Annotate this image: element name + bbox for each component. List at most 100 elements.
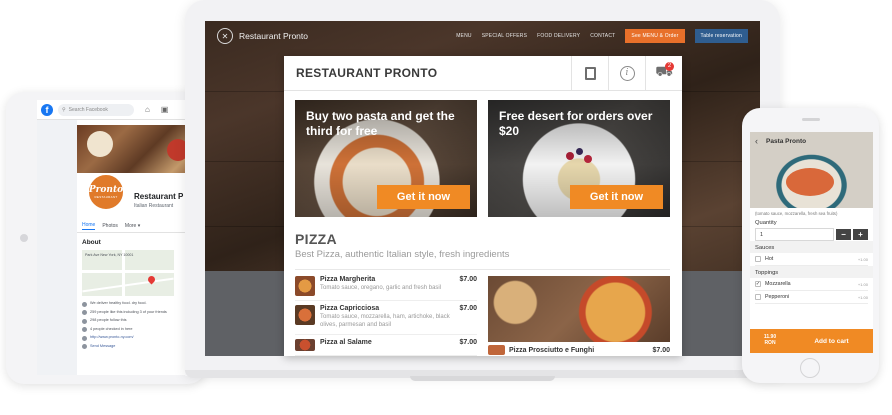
panel-header: RESTAURANT PRONTO i ⛟ 2 (284, 56, 682, 91)
nav-link-special-offers[interactable]: SPECIAL OFFERS (482, 33, 527, 39)
featured-pizza-image[interactable] (488, 276, 670, 342)
map-road (82, 277, 174, 293)
checkbox[interactable] (755, 294, 761, 300)
follow-icon (82, 318, 87, 324)
menu-item-price: $7.00 (459, 305, 477, 312)
menu-item-thumbnail (295, 305, 315, 325)
decrease-quantity-button[interactable]: − (836, 229, 851, 240)
featured-menu-item[interactable]: Pizza Prosciutto e Funghi $7.00 (488, 345, 670, 355)
option-price: +1.00 (857, 256, 868, 262)
home-icon[interactable]: ⌂ (145, 105, 150, 114)
menu-item[interactable]: Pizza Margherita Tomato sauce, oregano, … (295, 276, 477, 301)
facebook-left-rail (37, 120, 77, 375)
promo-card-desert[interactable]: Free desert for orders over $20 Get it n… (488, 100, 670, 217)
fork-knife-logo-icon[interactable]: ✕ (217, 28, 233, 44)
facebook-logo-icon[interactable]: f (41, 103, 53, 116)
checkbox-checked[interactable]: ✓ (755, 281, 761, 287)
tab-more[interactable]: More ▾ (125, 223, 140, 229)
site-brand[interactable]: Restaurant Pronto (239, 31, 308, 41)
checkbox[interactable] (755, 256, 761, 262)
option-price: +1.00 (857, 281, 868, 287)
about-title: About (82, 239, 101, 246)
option-pepperoni[interactable]: Pepperoni +1.00 (755, 291, 868, 304)
get-it-now-button[interactable]: Get it now (377, 185, 470, 209)
info-button[interactable]: i (608, 56, 645, 91)
search-icon: ⚲ (62, 106, 66, 113)
option-mozzarella[interactable]: ✓ Mozzarella +1.00 (755, 278, 868, 291)
menu-item-thumbnail (488, 345, 505, 355)
info-row: 259 people like this including 3 of your… (82, 310, 201, 315)
send-message-link[interactable]: Send Message (82, 344, 201, 349)
add-to-cart-bar: 11.90 RON Add to cart (750, 329, 873, 353)
product-description: (tomato sauce, mozzarella, fresh sea fru… (755, 211, 838, 216)
table-reservation-button[interactable]: Table reservation (694, 29, 748, 43)
location-map[interactable]: Park Ave New York, NY 10001 (82, 250, 174, 296)
menu-item-name: Pizza al Salame (320, 338, 372, 346)
section-subtitle: Best Pizza, authentic Italian style, fre… (295, 249, 510, 260)
info-text: http://www.pronto-ny.com/ (90, 335, 134, 339)
tab-photos[interactable]: Photos (102, 223, 118, 229)
info-text: We deliver healthy food. dry food. (90, 301, 147, 305)
facebook-search-input[interactable]: ⚲ Search Facebook (58, 103, 134, 116)
menu-book-button[interactable] (571, 56, 608, 91)
increase-quantity-button[interactable]: + (853, 229, 868, 240)
tablet-screen: f ⚲ Search Facebook ⌂ ▣ Pronto RESTAURAN… (37, 100, 206, 375)
menu-item[interactable]: Pizza Capricciosa Tomato sauce, mozzarel… (295, 305, 477, 335)
section-title: PIZZA (295, 231, 337, 247)
menu-item-description: Tomato sauce, oregano, garlic and fresh … (320, 285, 442, 291)
cart-button[interactable]: ⛟ 2 (645, 56, 682, 91)
website-link[interactable]: http://www.pronto-ny.com/ (82, 335, 201, 341)
toppings-label: Toppings (750, 266, 873, 278)
promo-text: Buy two pasta and get the third for free (306, 109, 455, 139)
facebook-top-bar: f ⚲ Search Facebook ⌂ ▣ (37, 100, 206, 120)
info-row: 298 people follow this (82, 318, 201, 324)
menu-item-list: Pizza Margherita Tomato sauce, oregano, … (295, 276, 477, 356)
profile-picture-logo[interactable]: Pronto RESTAURANT (87, 173, 125, 211)
promo-text: Free desert for orders over $20 (499, 109, 653, 139)
tab-home[interactable]: Home (82, 222, 96, 230)
menu-item-name: Pizza Prosciutto e Funghi (509, 346, 595, 354)
back-arrow-icon[interactable]: ‹ (755, 136, 758, 146)
video-icon[interactable]: ▣ (161, 105, 169, 114)
total-currency: RON (764, 340, 776, 346)
profile-logo-text: Pronto (88, 184, 124, 195)
search-placeholder: Search Facebook (68, 106, 108, 113)
product-header-image: ‹ Pasta Pronto (750, 132, 873, 208)
order-total: 11.90 RON (750, 334, 790, 347)
menu-item-description: Tomato sauce, mozzarella, ham, artichoke… (320, 314, 450, 328)
nav-link-contact[interactable]: CONTACT (590, 33, 615, 39)
info-icon (82, 301, 87, 307)
nav-link-food-delivery[interactable]: FOOD DELIVERY (537, 33, 580, 39)
tablet-frame: f ⚲ Search Facebook ⌂ ▣ Pronto RESTAURAN… (6, 92, 206, 384)
about-info-list: We deliver healthy food. dry food. 259 p… (82, 301, 201, 349)
see-menu-order-button[interactable]: See MENU & Order (625, 29, 685, 43)
device-mockup-stage: f ⚲ Search Facebook ⌂ ▣ Pronto RESTAURAN… (0, 0, 892, 415)
cover-plate-shape (87, 131, 113, 157)
site-navbar: ✕ Restaurant Pronto MENU SPECIAL OFFERS … (205, 21, 760, 51)
quantity-input[interactable]: 1 (755, 228, 834, 241)
get-it-now-button[interactable]: Get it now (570, 185, 663, 209)
promo-card-pasta[interactable]: Buy two pasta and get the third for free… (295, 100, 477, 217)
like-icon (82, 310, 87, 315)
option-name: Hot (765, 256, 774, 262)
section-divider (295, 269, 670, 270)
nav-link-menu[interactable]: MENU (456, 33, 472, 39)
option-name: Pepperoni (765, 294, 790, 300)
phone-speaker (802, 118, 820, 121)
menu-item-name: Pizza Margherita (320, 276, 376, 283)
info-row: We deliver healthy food. dry food. (82, 301, 201, 307)
ordering-widget-panel: RESTAURANT PRONTO i ⛟ 2 Buy two pasta an… (284, 56, 682, 356)
sauces-label: Sauces (750, 241, 873, 253)
add-to-cart-button[interactable]: Add to cart (790, 338, 873, 345)
quantity-label: Quantity (755, 220, 777, 226)
menu-item[interactable]: Pizza al Salame $7.00 (295, 338, 477, 356)
menu-item-thumbnail (295, 276, 315, 296)
globe-icon (82, 335, 87, 341)
menu-item-price: $7.00 (652, 346, 670, 354)
menu-item-price: $7.00 (459, 276, 477, 283)
map-address: Park Ave New York, NY 10001 (85, 253, 134, 257)
option-hot[interactable]: Hot +1.00 (755, 253, 868, 266)
cart-count-badge: 2 (665, 61, 674, 71)
phone-screen: ‹ Pasta Pronto (tomato sauce, mozzarella… (750, 132, 873, 353)
tablet-home-button (20, 234, 28, 242)
